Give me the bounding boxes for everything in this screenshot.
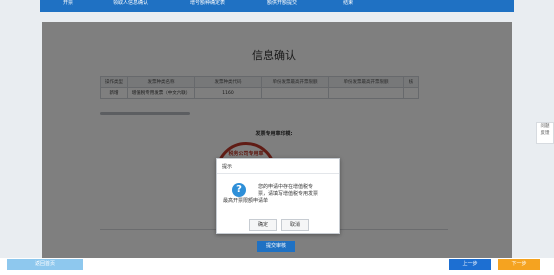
top-step-bar: 开票 领取人信息确认 增号额种确定表 额供开额提交 结束 [40, 0, 514, 12]
step-5: 结束 [343, 0, 354, 6]
side-tab-line2: 反馈 [540, 131, 550, 136]
next-step-button[interactable]: 下一步 [498, 259, 540, 270]
submit-review-button[interactable]: 提交审核 [257, 241, 295, 252]
step-list: 开票 领取人信息确认 增号额种确定表 额供开额提交 结束 [40, 0, 353, 12]
step-2: 领取人信息确认 [113, 0, 149, 6]
dialog-message-line1: 您的申请中存在增值税专 [258, 184, 314, 190]
dialog-cancel-button[interactable]: 取消 [281, 219, 309, 231]
step-1: 开票 [63, 0, 74, 6]
dialog-title: 提示 [222, 164, 233, 170]
side-tab-line1: 问题 [540, 124, 550, 129]
step-3: 增号额种确定表 [190, 0, 226, 6]
dialog-message-line2: 票，请填写增值税专用发票 [258, 191, 319, 197]
prompt-dialog: 提示 ? 您的申请中存在增值税专 票，请填写增值税专用发票 最高开票限额申请单 … [216, 158, 340, 234]
dialog-message-line3: 最高开票限额申请单 [223, 198, 269, 204]
previous-step-button[interactable]: 上一步 [449, 259, 491, 270]
return-home-button[interactable]: 返回首页 [7, 259, 83, 270]
step-4: 额供开额提交 [267, 0, 298, 6]
dialog-confirm-button[interactable]: 确定 [249, 219, 277, 231]
dialog-message: 您的申请中存在增值税专 票，请填写增值税专用发票 最高开票限额申请单 [223, 184, 333, 205]
feedback-side-tab[interactable]: 问题 反馈 [536, 122, 554, 144]
dialog-header: 提示 [217, 159, 339, 174]
